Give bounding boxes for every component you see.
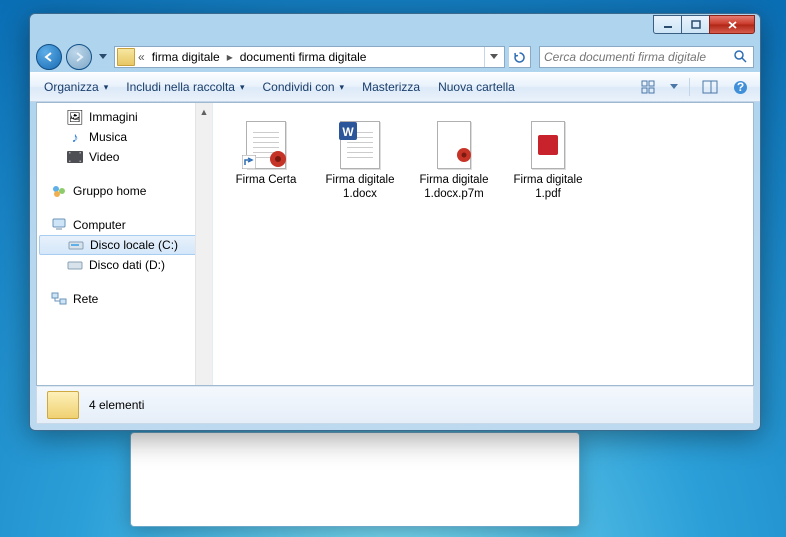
window-controls: [654, 15, 755, 34]
item-count-label: 4 elementi: [89, 398, 144, 412]
organize-button[interactable]: Organizza: [38, 77, 114, 97]
breadcrumb-prefix: «: [137, 50, 146, 64]
video-icon: [67, 149, 83, 165]
explorer-body: 🖼 Immagini ♪ Musica Video Gruppo home: [36, 102, 754, 386]
burn-button[interactable]: Masterizza: [356, 77, 426, 97]
drive-icon: [67, 257, 83, 273]
network-icon: [51, 291, 67, 307]
file-list[interactable]: Firma Certa W Firma digitale 1.docx Firm…: [213, 103, 753, 385]
background-window: [130, 432, 580, 527]
images-icon: 🖼: [67, 109, 83, 125]
drive-icon: [68, 237, 84, 253]
view-options-button[interactable]: [637, 76, 661, 98]
svg-text:?: ?: [736, 80, 743, 94]
command-bar: Organizza Includi nella raccolta Condivi…: [30, 72, 760, 102]
music-icon: ♪: [67, 129, 83, 145]
sidebar-item-homegroup[interactable]: Gruppo home: [37, 181, 212, 201]
sidebar-label: Rete: [73, 292, 98, 306]
homegroup-icon: [51, 183, 67, 199]
preview-pane-button[interactable]: [698, 76, 722, 98]
minimize-button[interactable]: [653, 15, 682, 34]
nav-history-dropdown[interactable]: [96, 48, 110, 66]
address-dropdown[interactable]: [484, 47, 502, 67]
sidebar-item-network[interactable]: Rete: [37, 289, 212, 309]
share-with-button[interactable]: Condividi con: [257, 77, 351, 97]
sidebar-label: Computer: [73, 218, 126, 232]
folder-icon: [117, 48, 135, 66]
sidebar-label: Video: [89, 150, 119, 164]
view-dropdown[interactable]: [667, 76, 681, 98]
docx-icon: W: [336, 121, 384, 169]
navigation-pane: 🖼 Immagini ♪ Musica Video Gruppo home: [37, 103, 213, 385]
breadcrumb-seg-1[interactable]: firma digitale: [146, 47, 226, 67]
p7m-icon: [430, 121, 478, 169]
sidebar-item-images[interactable]: 🖼 Immagini: [37, 107, 212, 127]
details-pane: 4 elementi: [36, 386, 754, 424]
file-item[interactable]: Firma digitale 1.docx.p7m: [415, 117, 493, 206]
pdf-icon: [524, 121, 572, 169]
scroll-up-icon[interactable]: ▲: [196, 103, 212, 120]
breadcrumb-seg-2[interactable]: documenti firma digitale: [234, 47, 373, 67]
sidebar-item-drive-d[interactable]: Disco dati (D:): [37, 255, 212, 275]
sidebar-item-drive-c[interactable]: Disco locale (C:): [39, 235, 210, 255]
new-folder-button[interactable]: Nuova cartella: [432, 77, 521, 97]
sidebar-item-music[interactable]: ♪ Musica: [37, 127, 212, 147]
file-item[interactable]: Firma digitale 1.pdf: [509, 117, 587, 206]
file-name: Firma digitale 1.docx.p7m: [419, 173, 489, 202]
file-name: Firma digitale 1.pdf: [513, 173, 583, 202]
back-button[interactable]: [36, 44, 62, 70]
titlebar: [30, 14, 760, 42]
computer-icon: [51, 217, 67, 233]
search-icon: [733, 49, 749, 66]
sidebar-label: Musica: [89, 130, 127, 144]
help-button[interactable]: ?: [728, 76, 752, 98]
sidebar-label: Immagini: [89, 110, 138, 124]
address-bar[interactable]: « firma digitale ▸ documenti firma digit…: [114, 46, 505, 68]
sidebar-label: Disco locale (C:): [90, 238, 178, 252]
refresh-button[interactable]: [509, 46, 531, 68]
sidebar-label: Disco dati (D:): [89, 258, 165, 272]
search-box[interactable]: [539, 46, 754, 68]
chevron-right-icon: ▸: [226, 50, 234, 64]
svg-text:W: W: [342, 125, 354, 139]
file-name: Firma Certa: [236, 173, 297, 187]
separator: [689, 78, 690, 96]
search-input[interactable]: [544, 50, 733, 64]
forward-button[interactable]: [66, 44, 92, 70]
sidebar-label: Gruppo home: [73, 184, 146, 198]
shortcut-icon: [242, 121, 290, 169]
close-button[interactable]: [709, 15, 755, 34]
sidebar-scrollbar[interactable]: ▲: [195, 103, 212, 385]
folder-icon: [47, 391, 79, 419]
maximize-button[interactable]: [681, 15, 710, 34]
file-item[interactable]: W Firma digitale 1.docx: [321, 117, 399, 206]
navigation-row: « firma digitale ▸ documenti firma digit…: [30, 42, 760, 72]
file-name: Firma digitale 1.docx: [325, 173, 395, 202]
include-in-library-button[interactable]: Includi nella raccolta: [120, 77, 250, 97]
file-item[interactable]: Firma Certa: [227, 117, 305, 191]
explorer-window: « firma digitale ▸ documenti firma digit…: [29, 13, 761, 431]
sidebar-item-video[interactable]: Video: [37, 147, 212, 167]
sidebar-item-computer[interactable]: Computer: [37, 215, 212, 235]
